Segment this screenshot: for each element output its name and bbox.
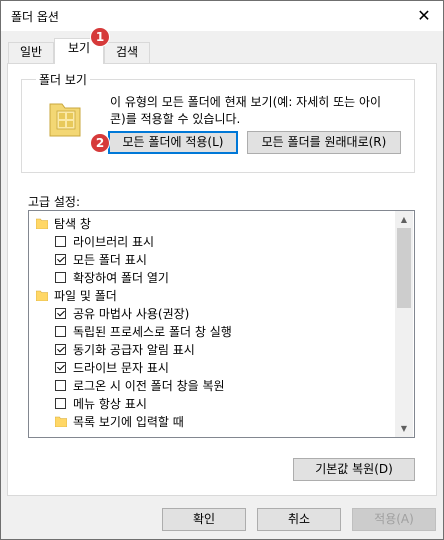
close-button[interactable]: ✕ [411,5,437,27]
tree-item-label: 탐색 창 [54,217,91,231]
apply-button[interactable]: 적용(A) [352,508,436,531]
tree-item-label: 파일 및 폴더 [54,289,117,303]
advanced-settings-tree: 탐색 창 라이브러리 표시 모든 폴더 표시 확장하여 폴더 열기 파일 및 폴… [28,210,415,438]
checkbox-label: 확장하여 폴더 열기 [73,271,169,285]
checkbox[interactable] [55,308,66,319]
folder-view-description: 이 유형의 모든 폴더에 현재 보기(예: 자세히 또는 아이 콘)를 적용할 … [110,94,410,128]
checkbox-label: 로그온 시 이전 폴더 창을 복원 [73,379,225,393]
checkbox[interactable] [55,272,66,283]
apply-to-all-folders-button[interactable]: 모든 폴더에 적용(L) [108,131,238,154]
step-badge-2: 2 [90,133,110,153]
checkbox[interactable] [55,326,66,337]
scroll-down-icon[interactable]: ▼ [395,420,413,437]
folder-view-description-line1: 이 유형의 모든 폴더에 현재 보기(예: 자세히 또는 아이 [110,95,382,109]
step-badge-1: 1 [90,27,110,47]
folder-icon [36,218,48,229]
checkbox-label: 메뉴 항상 표시 [73,397,147,411]
title-bar: 폴더 옵션 ✕ [1,1,443,31]
checkbox-label: 라이브러리 표시 [73,235,155,249]
tab-search[interactable]: 검색 [104,42,150,63]
scroll-up-icon[interactable]: ▲ [395,211,413,228]
folder-icon [55,416,67,427]
ok-button[interactable]: 확인 [162,508,246,531]
tab-general[interactable]: 일반 [8,42,54,63]
checkbox[interactable] [55,398,66,409]
checkbox[interactable] [55,344,66,355]
checkbox[interactable] [55,236,66,247]
checkbox-label: 드라이브 문자 표시 [73,361,169,375]
restore-defaults-button[interactable]: 기본값 복원(D) [293,458,415,481]
checkbox-label: 동기화 공급자 알림 표시 [73,343,195,357]
window-title: 폴더 옵션 [11,10,59,24]
folder-view-description-line2: 콘)를 적용할 수 있습니다. [110,112,241,126]
checkbox-label: 공유 마법사 사용(권장) [73,307,190,321]
reset-all-folders-button[interactable]: 모든 폴더를 원래대로(R) [247,131,401,154]
scrollbar-thumb[interactable] [397,228,411,308]
checkbox[interactable] [55,254,66,265]
checkbox[interactable] [55,380,66,391]
advanced-settings-label: 고급 설정: [28,195,81,209]
cancel-button[interactable]: 취소 [257,508,341,531]
folder-view-icon [49,103,81,137]
folder-view-label: 폴더 보기 [36,71,90,88]
tree-item-label: 목록 보기에 입력할 때 [73,415,184,429]
checkbox-label: 모든 폴더 표시 [73,253,147,267]
checkbox-label: 독립된 프로세스로 폴더 창 실행 [73,325,232,339]
folder-icon [36,290,48,301]
checkbox[interactable] [55,362,66,373]
